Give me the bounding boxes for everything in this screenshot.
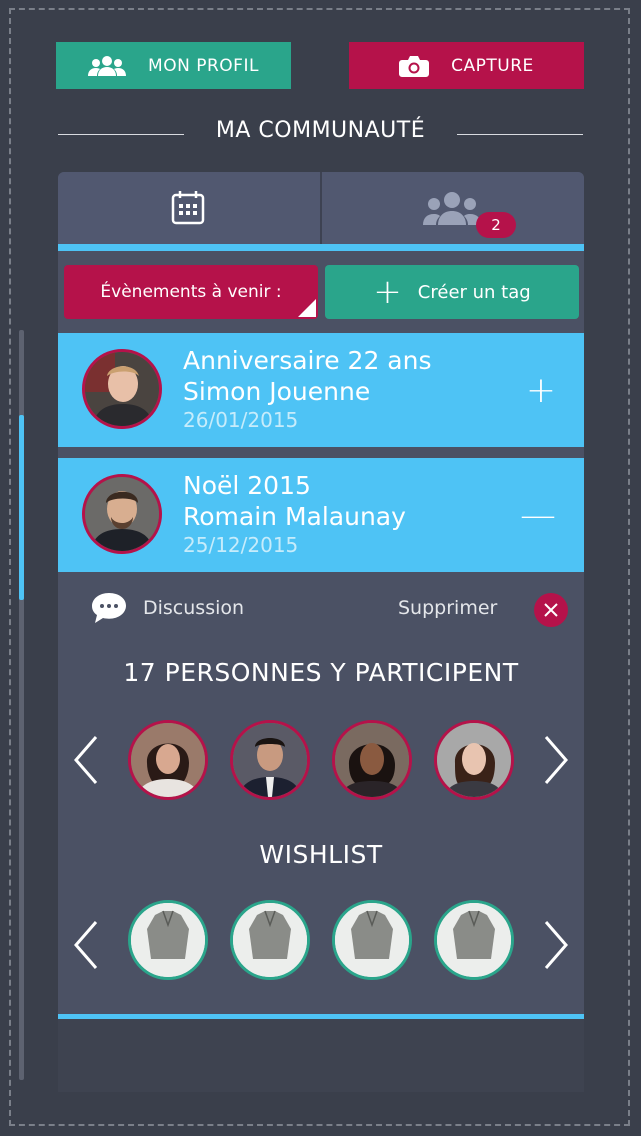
group-icon: [423, 192, 481, 231]
upcoming-events-dropdown[interactable]: Évènements à venir :: [64, 265, 318, 319]
chevron-left-icon[interactable]: [72, 920, 102, 970]
participants-title: 17 PERSONNES Y PARTICIPENT: [123, 658, 519, 687]
event-date: 25/12/2015: [183, 533, 299, 557]
delete-label[interactable]: Supprimer: [398, 597, 497, 619]
event-title: Noël 2015: [183, 471, 311, 500]
participant-avatar[interactable]: [434, 720, 514, 800]
expand-icon[interactable]: +: [526, 373, 556, 409]
participant-avatar[interactable]: [230, 720, 310, 800]
discussion-link[interactable]: Discussion: [143, 597, 244, 619]
close-icon[interactable]: [534, 593, 568, 627]
participant-avatar[interactable]: [128, 720, 208, 800]
event-row[interactable]: Noël 2015 Romain Malaunay 25/12/2015 —: [58, 458, 584, 572]
create-tag-button[interactable]: + Créer un tag: [325, 265, 579, 319]
tab-divider: [320, 172, 322, 244]
chevron-right-icon[interactable]: [540, 920, 570, 970]
tab-calendar[interactable]: [170, 190, 206, 230]
participant-avatar[interactable]: [332, 720, 412, 800]
camera-icon: [399, 55, 430, 77]
my-profile-label: MON PROFIL: [148, 55, 259, 76]
chevron-right-icon[interactable]: [540, 735, 570, 785]
collapse-icon[interactable]: —: [520, 498, 556, 534]
event-person: Simon Jouenne: [183, 377, 371, 406]
wishlist-item[interactable]: [230, 900, 310, 980]
wishlist-item[interactable]: [128, 900, 208, 980]
avatar: [82, 474, 162, 554]
avatar: [82, 349, 162, 429]
tab-groups[interactable]: [423, 191, 481, 231]
wishlist-item[interactable]: [332, 900, 412, 980]
scrollbar-thumb[interactable]: [19, 415, 24, 600]
event-row[interactable]: Anniversaire 22 ans Simon Jouenne 26/01/…: [58, 333, 584, 447]
create-tag-label: Créer un tag: [417, 281, 531, 303]
event-person: Romain Malaunay: [183, 502, 406, 531]
plus-icon: +: [373, 272, 402, 312]
users-icon: [88, 55, 127, 77]
wishlist-title: WISHLIST: [259, 840, 383, 869]
calendar-icon: [170, 191, 206, 230]
event-actions-row: Discussion Supprimer: [58, 585, 584, 635]
capture-label: CAPTURE: [451, 55, 534, 76]
event-date: 26/01/2015: [183, 408, 299, 432]
tab-active-indicator: [58, 244, 584, 251]
wishlist-item[interactable]: [434, 900, 514, 980]
chat-bubble-icon[interactable]: [90, 591, 128, 629]
community-title: MA COMMUNAUTÉ: [215, 118, 426, 143]
card-footer: [58, 1019, 584, 1092]
my-profile-button[interactable]: MON PROFIL: [56, 42, 291, 89]
capture-button[interactable]: CAPTURE: [349, 42, 584, 89]
group-count-badge: 2: [476, 212, 516, 238]
chevron-left-icon[interactable]: [72, 735, 102, 785]
event-title: Anniversaire 22 ans: [183, 346, 432, 375]
dropdown-corner-icon: [298, 299, 316, 317]
title-divider-right: [457, 134, 583, 135]
upcoming-events-label: Évènements à venir :: [100, 282, 282, 302]
